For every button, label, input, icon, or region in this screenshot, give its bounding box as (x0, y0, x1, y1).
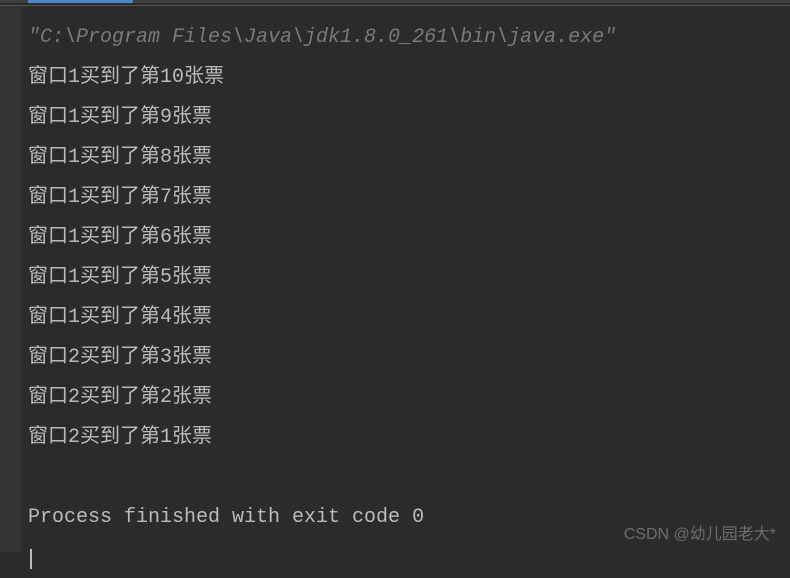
output-line: 窗口2买到了第2张票 (28, 378, 780, 418)
gutter (0, 6, 22, 552)
output-line: 窗口1买到了第6张票 (28, 218, 780, 258)
command-line: "C:\Program Files\Java\jdk1.8.0_261\bin\… (28, 18, 780, 58)
watermark: CSDN @幼儿园老大* (624, 520, 776, 544)
output-line: 窗口2买到了第1张票 (28, 418, 780, 458)
blank-line (28, 458, 780, 498)
active-tab-indicator (28, 0, 133, 3)
output-line: 窗口1买到了第8张票 (28, 138, 780, 178)
output-line: 窗口1买到了第10张票 (28, 58, 780, 98)
output-line: 窗口1买到了第4张票 (28, 298, 780, 338)
output-line: 窗口2买到了第3张票 (28, 338, 780, 378)
tab-bar (0, 0, 790, 3)
text-cursor (30, 549, 32, 569)
output-line: 窗口1买到了第5张票 (28, 258, 780, 298)
output-line: 窗口1买到了第9张票 (28, 98, 780, 138)
divider (0, 5, 790, 6)
console-output[interactable]: "C:\Program Files\Java\jdk1.8.0_261\bin\… (28, 18, 780, 578)
output-line: 窗口1买到了第7张票 (28, 178, 780, 218)
